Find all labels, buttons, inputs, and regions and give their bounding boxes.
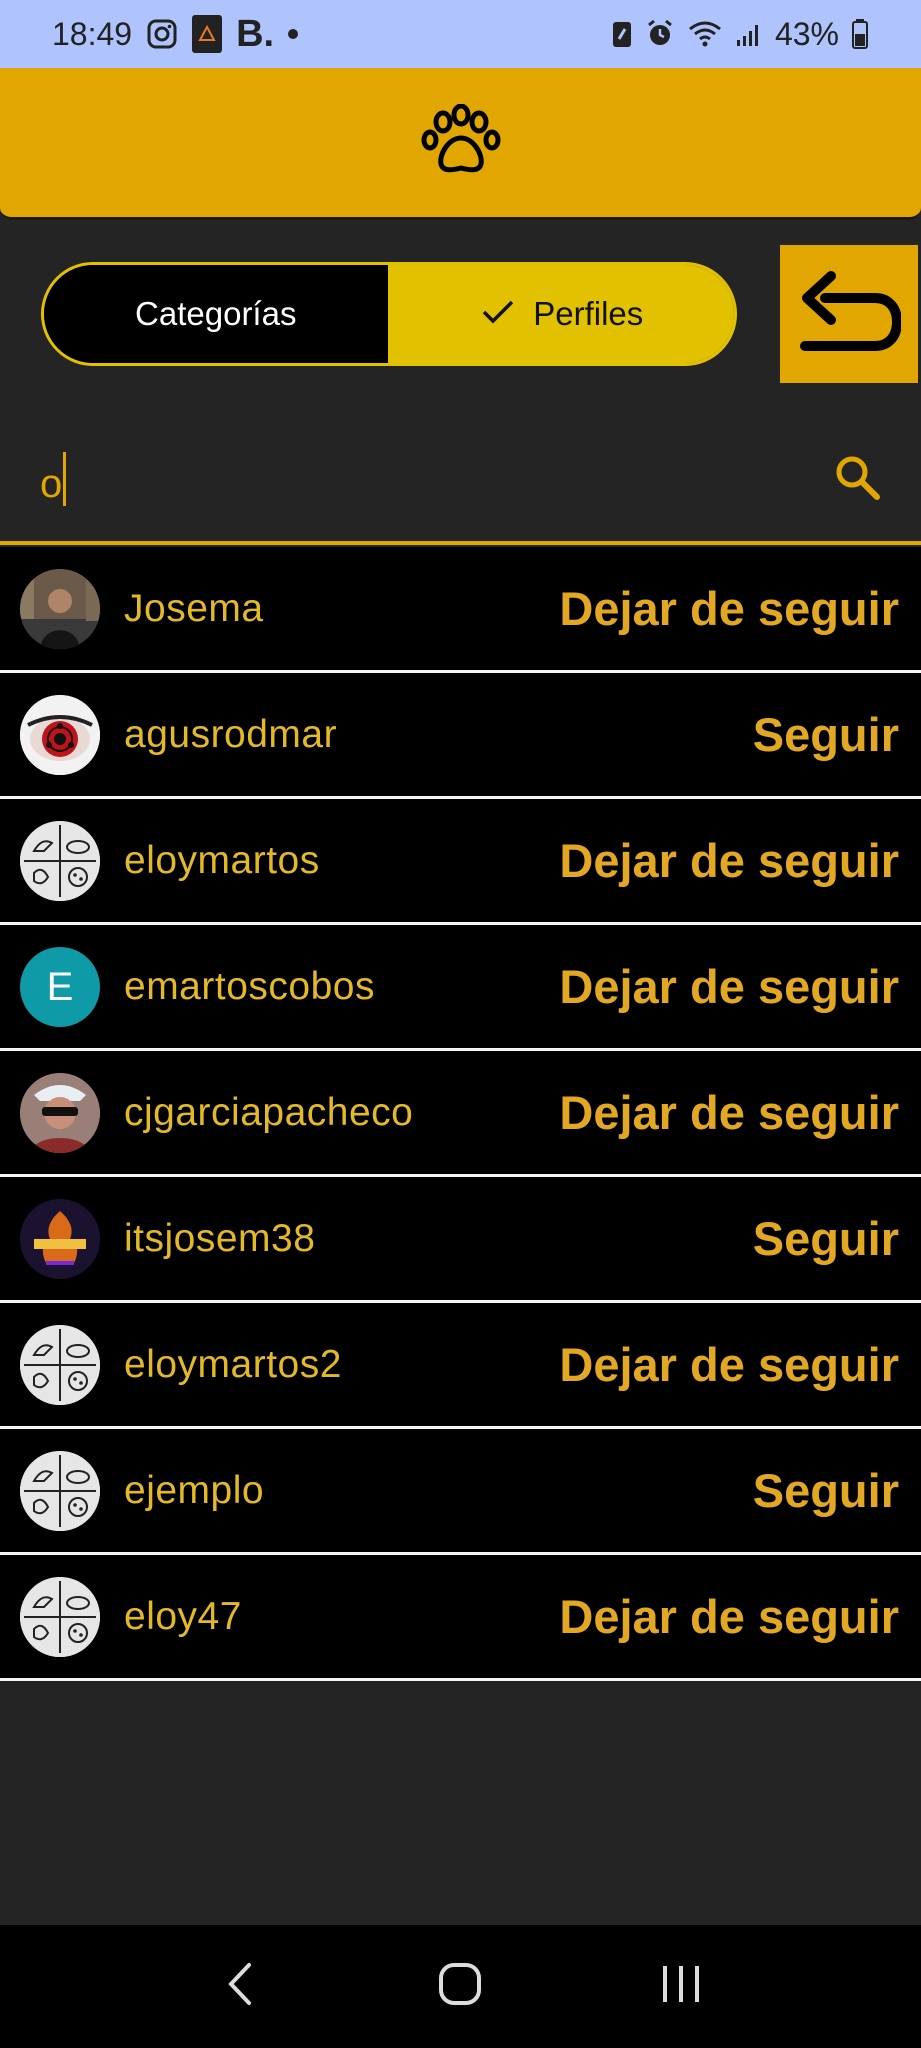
avatar: [20, 821, 100, 901]
avatar: [20, 569, 100, 649]
avatar: [20, 695, 100, 775]
back-button[interactable]: [780, 245, 918, 383]
home-icon: [437, 1961, 483, 2012]
profile-name: eloymartos: [124, 839, 320, 882]
profile-name: eloy47: [124, 1595, 242, 1638]
status-left: 18:49 B.: [52, 12, 299, 56]
follow-toggle-button[interactable]: Dejar de seguir: [559, 1051, 899, 1174]
recents-icon: [659, 1964, 703, 2009]
system-navigation-bar: [0, 1925, 921, 2048]
avatar: [20, 1199, 100, 1279]
follow-toggle-button[interactable]: Dejar de seguir: [559, 799, 899, 922]
view-toggle: Categorías Perfiles: [41, 262, 737, 366]
battery-icon: [851, 18, 869, 50]
nav-home-button[interactable]: [420, 1947, 500, 2027]
status-time: 18:49: [52, 15, 133, 52]
profile-name: agusrodmar: [124, 713, 338, 756]
paw-icon: [421, 103, 501, 181]
list-item[interactable]: Josema Dejar de seguir: [0, 547, 921, 673]
app-notification-icon: [192, 15, 223, 53]
avatar: [20, 1577, 100, 1657]
profile-name: emartoscobos: [124, 965, 375, 1008]
text-cursor: [63, 452, 66, 506]
nav-recents-button[interactable]: [641, 1947, 721, 2027]
tab-profiles-label: Perfiles: [533, 295, 644, 332]
profile-name: Josema: [124, 587, 264, 630]
avatar: [20, 1073, 100, 1153]
avatar: [20, 1451, 100, 1531]
follow-toggle-button[interactable]: Dejar de seguir: [559, 925, 899, 1048]
header-banner: [0, 68, 921, 220]
list-item[interactable]: agusrodmar Seguir: [0, 673, 921, 799]
signal-icon: [735, 20, 763, 48]
more-notifications-icon: [288, 29, 299, 39]
tab-categories-label: Categorías: [135, 295, 297, 332]
alarm-icon: [645, 19, 675, 49]
profile-name: cjgarciapacheco: [124, 1091, 414, 1134]
wifi-icon: [687, 19, 723, 49]
profile-name: eloymartos2: [124, 1343, 342, 1386]
list-item[interactable]: eloymartos2 Dejar de seguir: [0, 1303, 921, 1429]
avatar: [20, 1325, 100, 1405]
booking-logo-icon: B.: [236, 12, 275, 55]
profile-name: ejemplo: [124, 1469, 265, 1512]
chevron-left-icon: [225, 1961, 255, 2012]
instagram-icon: [146, 18, 178, 50]
check-icon: [481, 295, 515, 333]
follow-toggle-button[interactable]: Seguir: [753, 1429, 899, 1552]
battery-saver-icon: [611, 19, 633, 49]
tab-categories[interactable]: Categorías: [44, 265, 391, 363]
status-bar: 18:49 B. 43%: [0, 0, 921, 68]
follow-toggle-button[interactable]: Seguir: [753, 1177, 899, 1300]
list-item[interactable]: ejemplo Seguir: [0, 1429, 921, 1555]
follow-toggle-button[interactable]: Seguir: [753, 673, 899, 796]
profiles-list: Josema Dejar de seguir agusrodmar Seguir…: [0, 547, 921, 1681]
search-icon[interactable]: [832, 452, 882, 507]
status-right: 43%: [611, 16, 869, 53]
battery-percent: 43%: [774, 15, 839, 52]
list-item[interactable]: cjgarciapacheco Dejar de seguir: [0, 1051, 921, 1177]
profile-name: itsjosem38: [124, 1217, 316, 1260]
avatar-initial: E: [46, 964, 74, 1009]
follow-toggle-button[interactable]: Dejar de seguir: [559, 547, 899, 670]
avatar: E: [20, 947, 100, 1027]
search-input[interactable]: [38, 448, 782, 520]
undo-arrow-icon: [797, 268, 903, 361]
nav-back-button[interactable]: [200, 1947, 280, 2027]
follow-toggle-button[interactable]: Dejar de seguir: [559, 1303, 899, 1426]
search-bar: [0, 420, 921, 545]
follow-toggle-button[interactable]: Dejar de seguir: [559, 1555, 899, 1678]
list-item[interactable]: itsjosem38 Seguir: [0, 1177, 921, 1303]
list-item[interactable]: eloymartos Dejar de seguir: [0, 799, 921, 925]
list-item[interactable]: eloy47 Dejar de seguir: [0, 1555, 921, 1681]
tab-profiles[interactable]: Perfiles: [390, 265, 734, 363]
list-item[interactable]: E emartoscobos Dejar de seguir: [0, 925, 921, 1051]
